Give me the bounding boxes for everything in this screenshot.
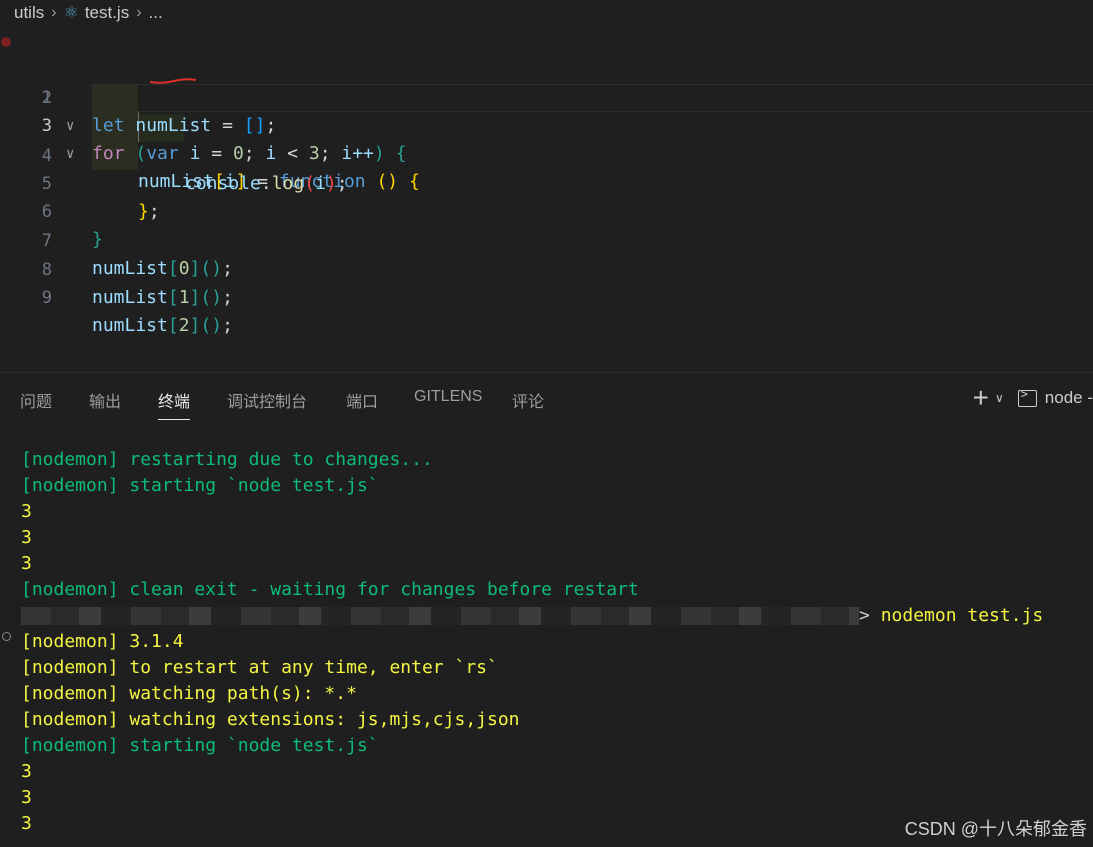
terminal-line: 3 <box>21 787 32 808</box>
tab-problems[interactable]: 问题 <box>20 388 52 412</box>
terminal-line: [nodemon] to restart at any time, enter … <box>21 657 498 678</box>
terminal-line: [nodemon] watching extensions: js,mjs,cj… <box>21 709 520 730</box>
command-decoration-icon[interactable] <box>2 632 11 641</box>
terminal-line: 3 <box>21 813 32 834</box>
code-line: 9 numList[2](); <box>0 256 1093 336</box>
tab-debug-console[interactable]: 调试控制台 <box>227 388 307 412</box>
chevron-right-icon: › <box>51 4 57 21</box>
line-number: 9 <box>41 288 52 308</box>
terminal-line: [nodemon] watching path(s): *.* <box>21 683 357 704</box>
code-line: 7 numList[0](); <box>0 199 1093 279</box>
breadcrumb-more[interactable]: ... <box>149 3 163 23</box>
react-icon: ⚛ <box>63 3 79 22</box>
terminal-line: [nodemon] clean exit - waiting for chang… <box>21 579 639 600</box>
panel-actions: + ∨ node - <box>973 384 1093 412</box>
terminal-name[interactable]: node - <box>1045 388 1093 408</box>
terminal-line: [nodemon] starting `node test.js` <box>21 475 379 496</box>
breadcrumb-file[interactable]: test.js <box>85 3 129 23</box>
code-line: 1 let numList = []; <box>0 28 1093 136</box>
chevron-down-icon[interactable]: ∨ <box>995 391 1004 405</box>
terminal-prompt-line: > nodemon test.js <box>21 603 1043 629</box>
terminal-output[interactable]: [nodemon] restarting due to changes... [… <box>0 447 1093 847</box>
chevron-right-icon: › <box>136 4 142 21</box>
code-line: 2 ∨ for (var i = 0; i < 3; i++) { <box>0 56 1093 164</box>
tab-gitlens[interactable]: GITLENS <box>414 388 482 406</box>
breadcrumb: utils › ⚛ test.js › ... <box>0 0 1093 26</box>
code-line: 5 }; <box>0 142 1093 222</box>
terminal-line: 3 <box>21 761 32 782</box>
code-editor[interactable]: 1 let numList = []; 2 ∨ for (var i = 0; … <box>0 28 1093 372</box>
breadcrumb-folder[interactable]: utils <box>14 3 44 23</box>
terminal-icon <box>1017 387 1037 407</box>
terminal-line: [nodemon] restarting due to changes... <box>21 449 433 470</box>
tab-comments[interactable]: 评论 <box>512 388 544 412</box>
terminal-line: [nodemon] 3.1.4 <box>21 631 184 652</box>
redacted-path <box>21 607 859 625</box>
code-line: 3 ∨ numList[i] = function () { <box>0 84 1093 192</box>
terminal-line: [nodemon] starting `node test.js` <box>21 735 379 756</box>
code-line: 4 console.log(i); <box>0 114 1093 194</box>
breakpoint-icon[interactable] <box>1 37 11 47</box>
tab-output[interactable]: 输出 <box>89 388 121 412</box>
tab-terminal[interactable]: 终端 <box>158 388 191 420</box>
code-line: 6 } <box>0 170 1093 250</box>
code-line: 8 numList[1](); <box>0 228 1093 308</box>
terminal-line: 3 <box>21 553 32 574</box>
terminal-line: 3 <box>21 527 32 548</box>
panel-tabs: 问题 输出 终端 调试控制台 端口 GITLENS 评论 <box>0 373 1093 423</box>
add-terminal-icon[interactable]: + <box>973 384 989 412</box>
terminal-line: 3 <box>21 501 32 522</box>
tab-ports[interactable]: 端口 <box>346 388 378 412</box>
watermark: CSDN @十八朵郁金香 <box>904 819 1087 839</box>
